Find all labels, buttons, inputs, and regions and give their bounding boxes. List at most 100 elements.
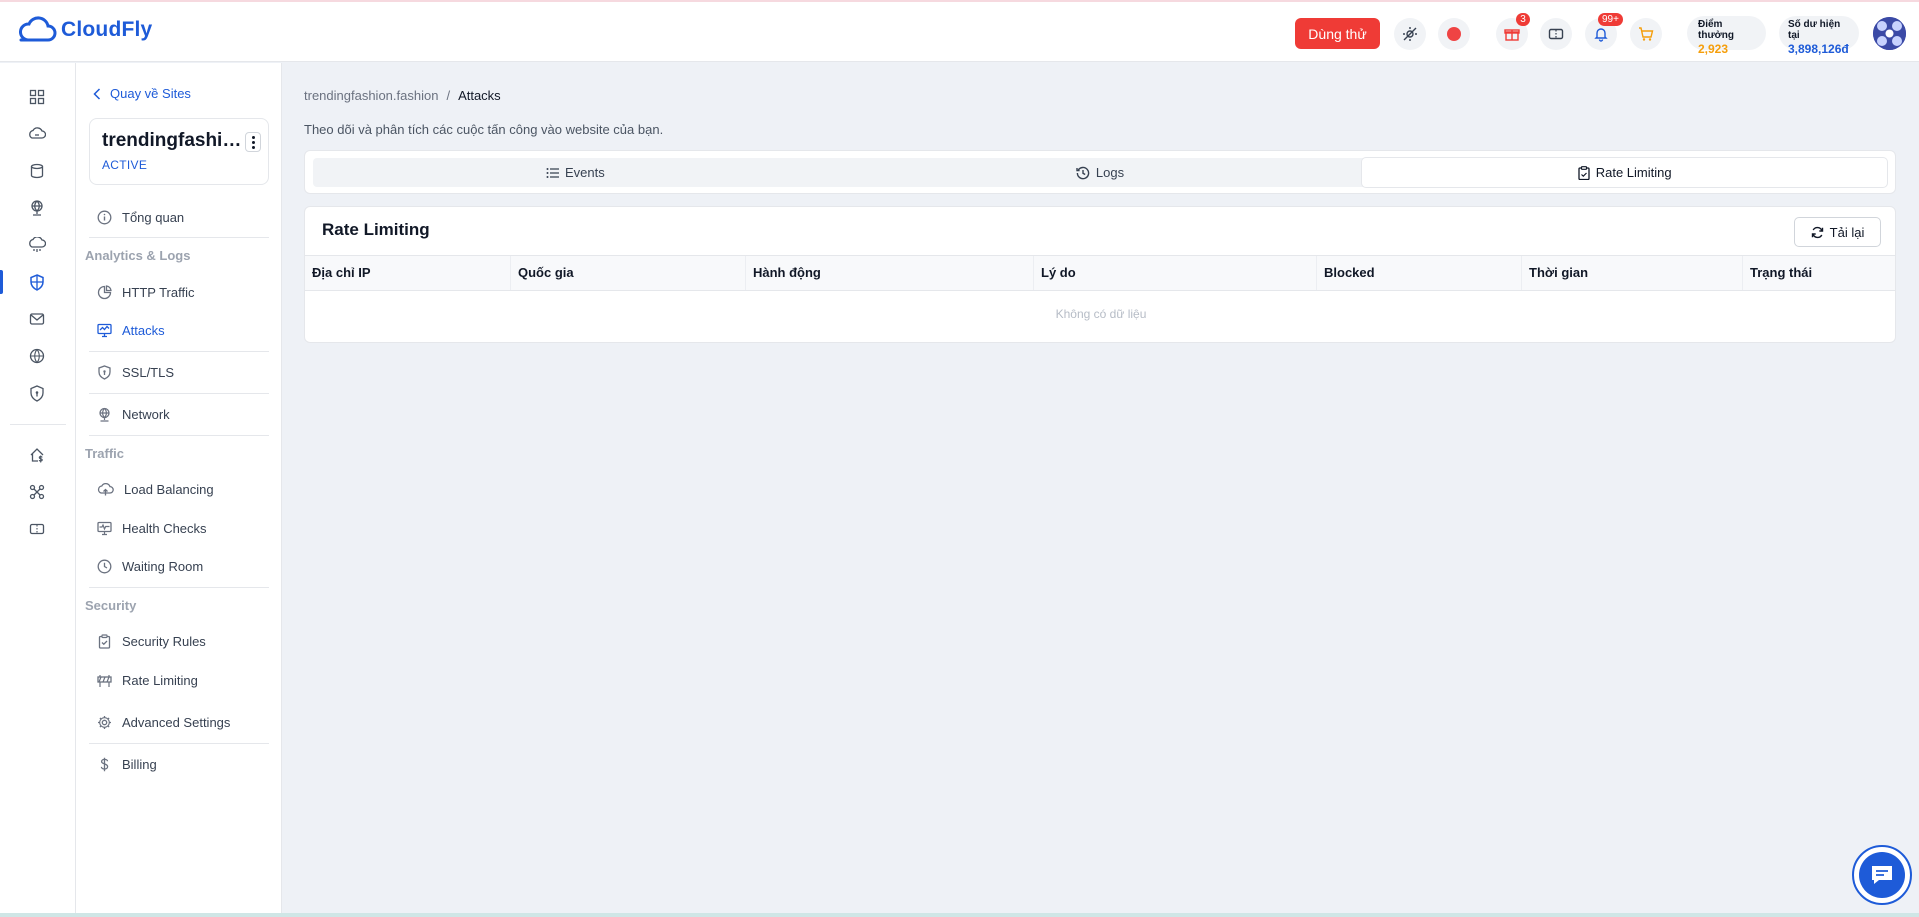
group-traffic: Traffic <box>85 446 125 461</box>
www-icon[interactable] <box>25 344 49 368</box>
chevron-left-icon <box>93 87 101 100</box>
column-header-reason[interactable]: Lý do <box>1033 256 1316 290</box>
sidebar-item-label: Advanced Settings <box>122 714 231 730</box>
reward-points-pill[interactable]: Điểm thưởng 2,923 <box>1687 16 1766 56</box>
sidebar-item-label: Health Checks <box>122 520 207 536</box>
reload-label: Tải lại <box>1829 224 1865 240</box>
chat-icon <box>1872 866 1892 884</box>
empty-state-text: Không có dữ liệu <box>1055 307 1147 321</box>
balance-label: Số dư hiện tại <box>1788 19 1841 41</box>
sidebar-item-health-checks[interactable]: Health Checks <box>97 516 267 540</box>
sidebar-item-network[interactable]: Network <box>97 402 267 426</box>
cdn-shield-icon[interactable] <box>25 270 49 294</box>
back-label: Quay về Sites <box>110 86 191 101</box>
refresh-icon <box>1811 226 1823 238</box>
database-icon[interactable] <box>25 159 49 183</box>
pie-chart-icon <box>97 284 112 299</box>
column-header-time[interactable]: Thời gian <box>1521 256 1742 290</box>
column-header-action[interactable]: Hành động <box>745 256 1033 290</box>
barrier-icon <box>97 674 112 687</box>
column-header-status[interactable]: Trạng thái <box>1742 256 1895 290</box>
voucher-button[interactable] <box>1540 18 1572 50</box>
sidebar-item-security-rules[interactable]: Security Rules <box>97 629 267 653</box>
bottom-accent-line <box>0 913 1919 917</box>
gift-button[interactable]: 3 <box>1496 13 1530 50</box>
rate-limiting-panel: Rate Limiting Tải lại Địa chỉ IP Quốc gi… <box>304 206 1896 343</box>
shield-icon <box>98 364 111 380</box>
nav-divider <box>89 435 269 436</box>
tab-label: Events <box>564 165 605 180</box>
nav-divider <box>89 743 269 744</box>
gift-icon <box>1504 29 1520 41</box>
tab-bar: Events Logs Rate Limiting <box>313 158 1888 187</box>
nav-divider <box>89 587 269 588</box>
notification-badge: 99+ <box>1598 13 1623 26</box>
sidebar-item-load-balancing[interactable]: Load Balancing <box>97 477 267 501</box>
icon-rail <box>0 63 76 917</box>
notification-button[interactable]: 99+ <box>1585 13 1623 50</box>
sidebar-item-waiting-room[interactable]: Waiting Room <box>97 554 267 578</box>
cloud-logo-icon <box>19 16 57 42</box>
cloud-storage-icon[interactable] <box>25 233 49 257</box>
sidebar-item-attacks[interactable]: Attacks <box>97 318 267 342</box>
balance-pill[interactable]: Số dư hiện tại 3,898,126đ <box>1779 16 1859 56</box>
trial-button[interactable]: Dùng thử <box>1295 18 1380 49</box>
back-to-sites-link[interactable]: Quay về Sites <box>93 86 191 101</box>
cart-icon <box>1639 27 1654 41</box>
record-icon <box>1447 27 1461 41</box>
sidebar-item-rate-limiting[interactable]: Rate Limiting <box>97 668 267 692</box>
chat-support-button[interactable] <box>1852 845 1912 905</box>
sun-off-icon <box>1403 27 1417 41</box>
site-status-badge: ACTIVE <box>102 158 148 172</box>
nav-divider <box>89 237 269 238</box>
sidebar-item-http-traffic[interactable]: HTTP Traffic <box>97 280 267 304</box>
theme-toggle-button[interactable] <box>1394 18 1426 50</box>
tab-rate-limiting[interactable]: Rate Limiting <box>1362 158 1888 187</box>
integration-icon[interactable] <box>25 480 49 504</box>
cloud-server-icon[interactable] <box>25 122 49 146</box>
gear-icon <box>98 715 111 729</box>
security-shield-icon[interactable] <box>25 381 49 405</box>
tab-events[interactable]: Events <box>313 158 838 187</box>
column-header-blocked[interactable]: Blocked <box>1316 256 1521 290</box>
sidebar-item-label: Billing <box>122 756 157 772</box>
tab-logs[interactable]: Logs <box>838 158 1363 187</box>
breadcrumb-separator: / <box>446 88 451 103</box>
monitor-activity-icon <box>97 323 112 337</box>
reward-label: Điểm thưởng <box>1698 19 1735 41</box>
sidebar-item-overview[interactable]: Tổng quan <box>97 205 267 229</box>
nav-divider <box>89 351 269 352</box>
sidebar-item-ssl[interactable]: SSL/TLS <box>97 360 267 384</box>
avatar[interactable] <box>1873 17 1906 50</box>
table-header: Địa chỉ IP Quốc gia Hành động Lý do Bloc… <box>305 255 1895 291</box>
tab-label: Logs <box>1095 165 1125 180</box>
cart-button[interactable] <box>1630 18 1662 50</box>
sidebar-item-label: HTTP Traffic <box>122 284 195 300</box>
dashboard-icon[interactable] <box>25 85 49 109</box>
sidebar-item-label: Security Rules <box>122 633 206 649</box>
tab-label: Rate Limiting <box>1595 165 1672 180</box>
home-dollar-icon[interactable] <box>25 443 49 467</box>
group-analytics-logs: Analytics & Logs <box>85 248 191 263</box>
logo[interactable]: CloudFly <box>19 16 152 44</box>
column-header-country[interactable]: Quốc gia <box>510 256 745 290</box>
ticket-icon[interactable] <box>25 517 49 541</box>
breadcrumb-current: Attacks <box>458 88 501 103</box>
sidebar-item-label: Tổng quan <box>122 209 185 225</box>
breadcrumb-site-link[interactable]: trendingfashion.fashion <box>304 88 438 103</box>
network-globe-icon[interactable] <box>25 196 49 220</box>
info-icon <box>97 210 112 224</box>
site-menu-button[interactable] <box>245 132 261 152</box>
page-description: Theo dõi và phân tích các cuộc tấn công … <box>304 122 664 137</box>
email-icon[interactable] <box>25 307 49 331</box>
cloud-upload-icon <box>97 482 114 495</box>
sidebar-item-advanced-settings[interactable]: Advanced Settings <box>97 710 267 734</box>
sidebar-item-label: Waiting Room <box>122 558 204 574</box>
record-button[interactable] <box>1438 18 1470 50</box>
reward-value: 2,923 <box>1698 42 1729 56</box>
sidebar-item-billing[interactable]: Billing <box>97 752 267 776</box>
reload-button[interactable]: Tải lại <box>1794 217 1881 247</box>
clock-icon <box>97 559 112 573</box>
avatar-pattern-icon <box>1873 17 1906 50</box>
column-header-ip[interactable]: Địa chỉ IP <box>305 256 510 290</box>
